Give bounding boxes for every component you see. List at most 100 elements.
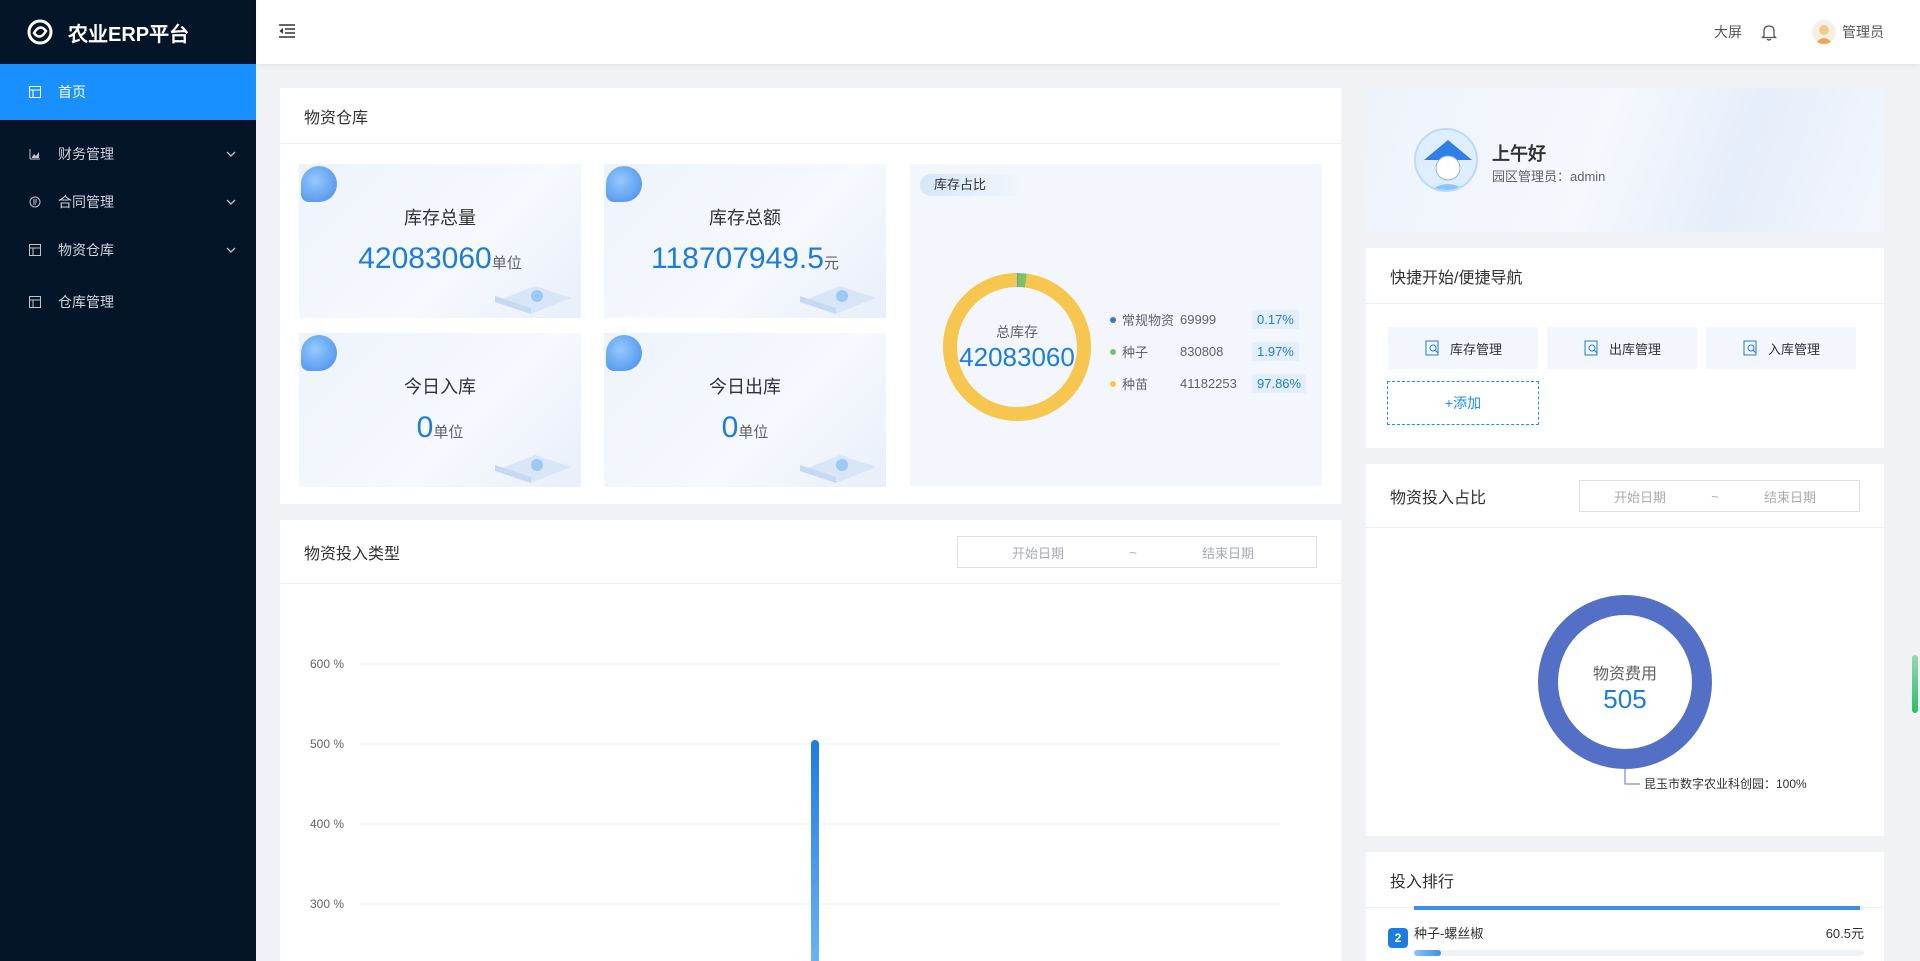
- y-tick-label: 300 %: [310, 897, 344, 911]
- legend-item: 种苗 41182253 97.86%: [1110, 374, 1307, 393]
- stat-number: 42083060: [358, 242, 492, 275]
- y-tick-label: 400 %: [310, 817, 344, 831]
- avatar[interactable]: [1812, 20, 1836, 44]
- user-avatar: [1414, 128, 1478, 192]
- box-decoration-icon: [495, 286, 571, 314]
- start-date-input[interactable]: 开始日期: [1580, 487, 1700, 506]
- badge-icon: [301, 335, 337, 371]
- quick-button-label: 库存管理: [1449, 341, 1502, 357]
- ranking-title: 投入排行: [1366, 852, 1884, 908]
- rank-progress-track: [1414, 950, 1864, 956]
- legend-dot: [1110, 380, 1116, 387]
- stat-value: 118707949.5元: [604, 242, 886, 276]
- stat-card-today-in[interactable]: 今日入库 0单位: [299, 333, 581, 487]
- quick-button-label: 入库管理: [1767, 341, 1820, 357]
- legend-pct: 0.17%: [1252, 310, 1299, 329]
- ranking-progress-track: [1414, 906, 1864, 910]
- inventory-ratio-panel: 库存占比 总库存 42083060 常规物资 69999 0.17% 种子 83…: [910, 164, 1322, 486]
- start-date-input[interactable]: 开始日期: [958, 543, 1118, 562]
- rank-item-amount: 60.5元: [1825, 926, 1864, 941]
- ratio-tag: 库存占比: [920, 174, 1027, 196]
- menu-fold-icon[interactable]: [278, 22, 296, 40]
- stat-unit: 单位: [491, 255, 522, 272]
- donut-center-label: 总库存: [996, 324, 1038, 340]
- end-date-input[interactable]: 结束日期: [1730, 487, 1850, 506]
- grid-icon: [28, 295, 42, 309]
- share-center-label: 物资费用: [1592, 666, 1657, 683]
- scrollbar-thumb[interactable]: [1912, 655, 1918, 713]
- stat-label: 今日出库: [709, 377, 781, 397]
- rank-item-name: 种子-螺丝椒: [1414, 926, 1484, 941]
- sidebar-item-contract[interactable]: 合同管理: [0, 180, 256, 224]
- grid-icon: [28, 243, 42, 257]
- legend-item: 种子 830808 1.97%: [1110, 342, 1299, 361]
- type-date-range[interactable]: 开始日期 ~ 结束日期: [957, 536, 1317, 568]
- y-tick-label: 600 %: [310, 657, 344, 671]
- stat-card-total-qty[interactable]: 库存总量 42083060单位: [299, 164, 581, 318]
- legend-value: 830808: [1180, 344, 1224, 359]
- rank-badge: 2: [1388, 928, 1408, 948]
- search-doc-icon: [1743, 340, 1757, 356]
- chevron-down-icon: [226, 199, 236, 205]
- date-separator: ~: [1129, 544, 1137, 560]
- sidebar-item-label: 合同管理: [58, 194, 114, 210]
- legend-value: 69999: [1180, 312, 1217, 327]
- date-separator: ~: [1711, 488, 1719, 504]
- legend-name: 种苗: [1122, 377, 1149, 392]
- app-title: 农业ERP平台: [68, 23, 190, 46]
- bar[interactable]: [811, 740, 819, 961]
- logo-icon: [27, 19, 53, 45]
- sidebar-item-materials[interactable]: 物资仓库: [0, 224, 256, 276]
- legend-dot: [1110, 348, 1116, 355]
- share-date-range[interactable]: 开始日期 ~ 结束日期: [1579, 480, 1860, 512]
- stat-value: 0单位: [604, 411, 886, 445]
- legend-name: 常规物资: [1122, 313, 1175, 328]
- contract-icon: [28, 195, 42, 209]
- investment-type-chart: 600 % 500 % 400 % 300 %: [310, 657, 1280, 961]
- donut-center-value: 42083060: [959, 342, 1075, 372]
- ranking-progress-fill: [1414, 906, 1860, 910]
- stat-unit: 单位: [433, 424, 464, 441]
- quick-outbound-button[interactable]: 出库管理: [1547, 327, 1697, 369]
- quick-inventory-button[interactable]: 库存管理: [1388, 327, 1538, 369]
- warehouse-title: 物资仓库: [280, 88, 1341, 144]
- donut-slice-种子[interactable]: [1017, 273, 1027, 288]
- stat-card-total-amount[interactable]: 库存总额 118707949.5元: [604, 164, 886, 318]
- search-doc-icon: [1425, 340, 1439, 356]
- user-name[interactable]: 管理员: [1842, 22, 1884, 42]
- ranking-row[interactable]: 2 种子-螺丝椒 60.5元: [1388, 926, 1864, 958]
- grid-icon: [28, 85, 42, 99]
- stat-number: 0: [721, 411, 739, 444]
- share-slice-label: 昆玉市数字农业科创园：100%: [1644, 777, 1807, 791]
- bell-icon[interactable]: [1760, 23, 1778, 41]
- add-shortcut-button[interactable]: +添加: [1387, 381, 1539, 425]
- end-date-input[interactable]: 结束日期: [1148, 543, 1308, 562]
- share-center-value: 505: [1603, 684, 1647, 714]
- sidebar-item-label: 首页: [58, 84, 86, 100]
- legend-name: 种子: [1122, 345, 1149, 360]
- legend-pct: 1.97%: [1252, 342, 1299, 361]
- quick-inbound-button[interactable]: 入库管理: [1706, 327, 1856, 369]
- chart-icon: [28, 147, 42, 161]
- sidebar-item-warehouse[interactable]: 仓库管理: [0, 276, 256, 328]
- sidebar-item-home[interactable]: 首页: [0, 64, 256, 120]
- sidebar-item-finance[interactable]: 财务管理: [0, 128, 256, 180]
- stat-card-today-out[interactable]: 今日出库 0单位: [604, 333, 886, 487]
- stat-number: 118707949.5: [651, 242, 824, 275]
- box-decoration-icon: [800, 286, 876, 314]
- stat-unit: 元: [823, 255, 839, 272]
- box-decoration-icon: [495, 455, 571, 483]
- greeting-card: 上午好 园区管理员：admin: [1366, 88, 1884, 232]
- app-brand[interactable]: 农业ERP平台: [0, 0, 256, 64]
- badge-icon: [606, 335, 642, 371]
- stat-value: 0单位: [299, 411, 581, 445]
- quick-button-label: 出库管理: [1608, 341, 1661, 357]
- legend-pct: 97.86%: [1252, 374, 1307, 393]
- top-header: 大屏 管理员: [256, 0, 1920, 64]
- stat-label: 库存总量: [404, 208, 476, 228]
- big-screen-link[interactable]: 大屏: [1714, 22, 1742, 42]
- stat-value: 42083060单位: [299, 242, 581, 276]
- legend-value: 41182253: [1180, 376, 1237, 391]
- stat-label: 库存总额: [709, 208, 781, 228]
- stat-number: 0: [416, 411, 434, 444]
